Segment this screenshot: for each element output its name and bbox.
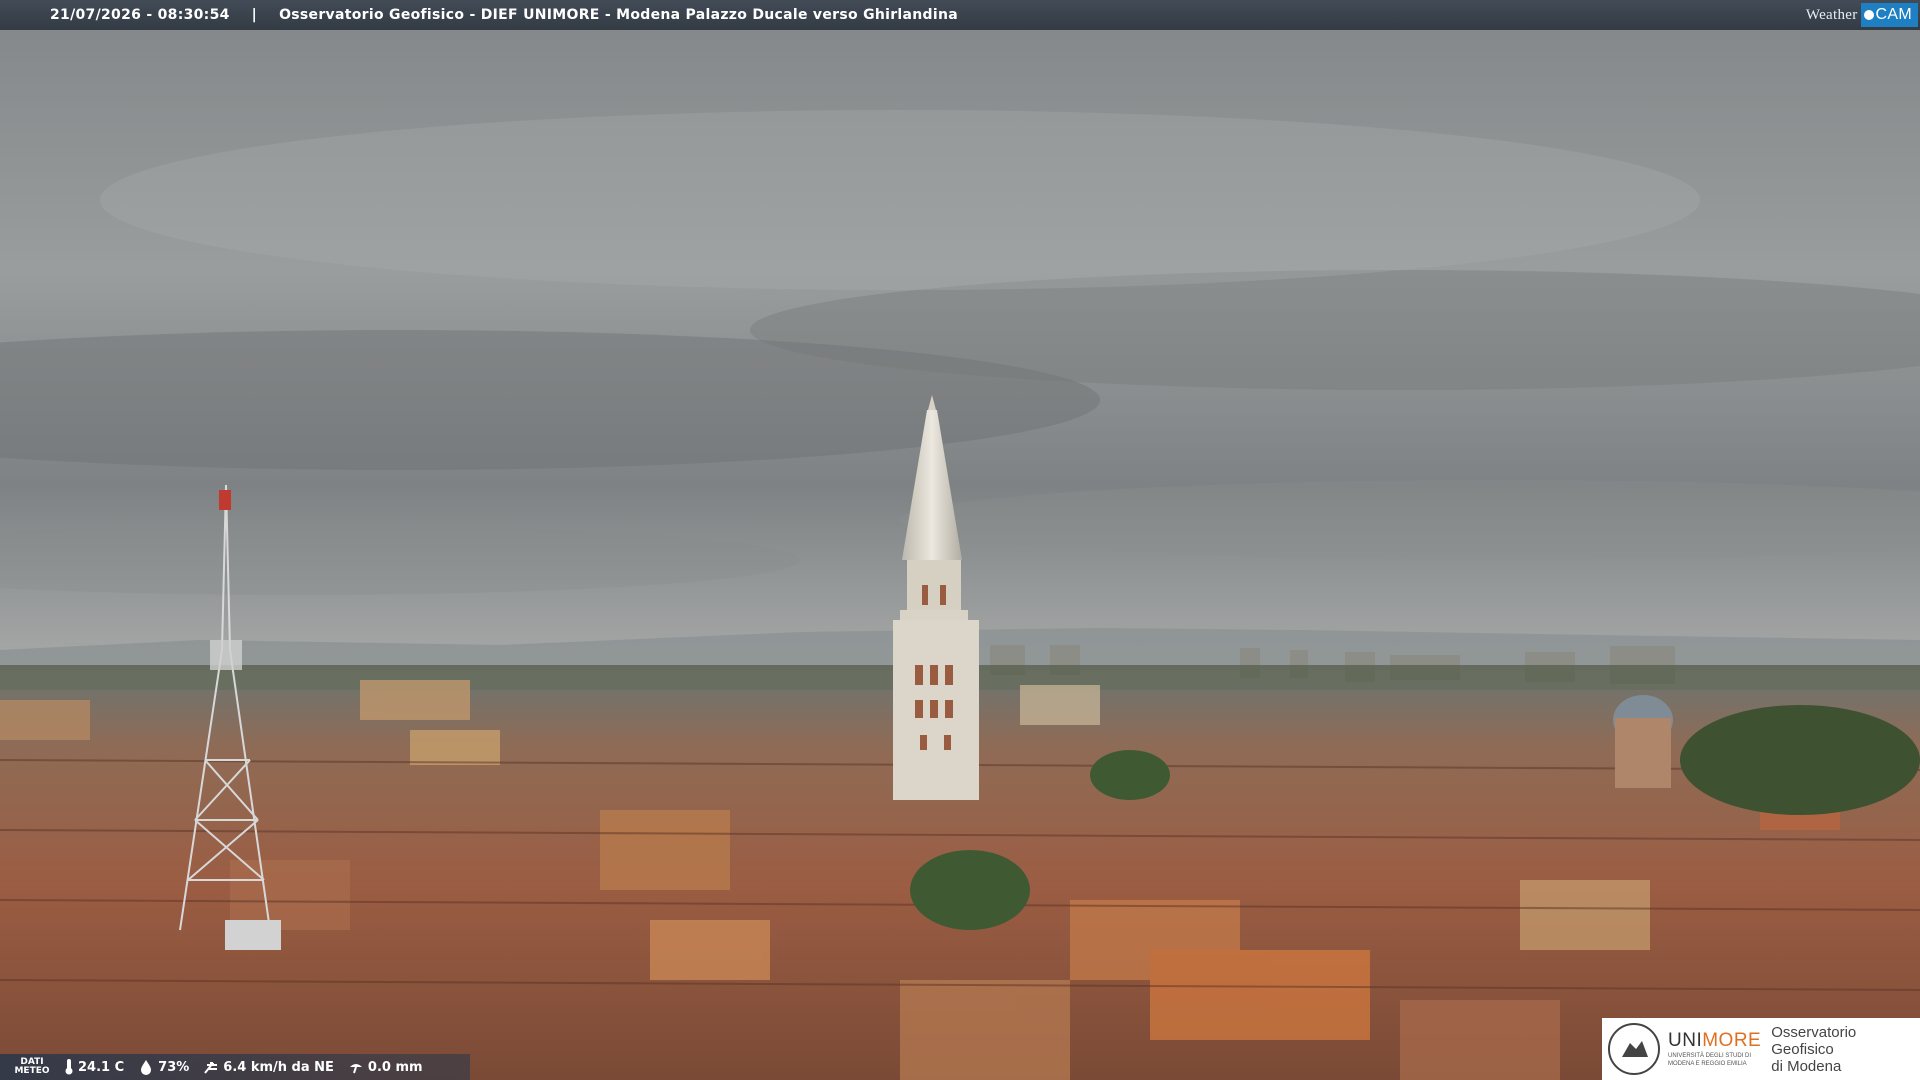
weathercam-logo: Weather CAM bbox=[1806, 0, 1920, 30]
caption-bar: 21/07/2026 - 08:30:54 | Osservatorio Geo… bbox=[0, 0, 1920, 30]
brand-cam: CAM bbox=[1875, 6, 1912, 23]
unimore-subtitle-1: UNIVERSITÀ DEGLI STUDI DI bbox=[1668, 1053, 1752, 1059]
humidity-value: 73% bbox=[158, 1059, 190, 1075]
brand-cam-badge: CAM bbox=[1860, 3, 1918, 27]
unimore-name-part1: UNI bbox=[1668, 1030, 1703, 1051]
humidity-metric: 73% bbox=[138, 1059, 189, 1075]
observatory-line2: di Modena bbox=[1771, 1057, 1842, 1075]
observatory-name: Osservatorio Geofisico di Modena bbox=[1771, 1024, 1920, 1075]
temperature-metric: 24.1 C bbox=[64, 1059, 124, 1075]
temperature-value: 24.1 C bbox=[78, 1059, 125, 1075]
caption-separator: | bbox=[251, 7, 258, 23]
camera-title: Osservatorio Geofisico - DIEF UNIMORE - … bbox=[279, 7, 958, 23]
wind-metric: 6.4 km/h da NE bbox=[203, 1059, 334, 1075]
unimore-wordmark: UNIMORE UNIVERSITÀ DEGLI STUDI DI MODENA… bbox=[1668, 1030, 1761, 1068]
wind-icon bbox=[204, 1062, 218, 1074]
rain-metric: 0.0 mm bbox=[348, 1059, 423, 1075]
weather-data-bar: DATI METEO 24.1 C 73% 6.4 km/h da NE 0.0… bbox=[0, 1054, 470, 1080]
weather-label-line2: METEO bbox=[14, 1066, 50, 1076]
unimore-subtitle-2: MODENA E REGGIO EMILIA bbox=[1668, 1061, 1747, 1067]
observatory-line1: Osservatorio Geofisico bbox=[1771, 1023, 1857, 1058]
weather-label: DATI METEO bbox=[14, 1058, 50, 1076]
rain-gauge-icon bbox=[349, 1064, 362, 1074]
thermometer-icon bbox=[65, 1059, 73, 1075]
rain-value: 0.0 mm bbox=[367, 1059, 423, 1075]
brand-weather: Weather bbox=[1805, 6, 1858, 23]
unimore-name-part2: MORE bbox=[1702, 1030, 1762, 1051]
humidity-drop-icon bbox=[141, 1060, 152, 1075]
brand-dot-icon bbox=[1863, 10, 1874, 20]
capture-datetime: 21/07/2026 - 08:30:54 bbox=[50, 7, 230, 23]
wind-value: 6.4 km/h da NE bbox=[223, 1059, 334, 1075]
unimore-logo-box: UNIMORE UNIVERSITÀ DEGLI STUDI DI MODENA… bbox=[1602, 1018, 1920, 1080]
university-seal-icon bbox=[1608, 1023, 1660, 1075]
webcam-photo bbox=[0, 0, 1920, 1080]
unimore-name: UNIMORE bbox=[1668, 1030, 1761, 1052]
